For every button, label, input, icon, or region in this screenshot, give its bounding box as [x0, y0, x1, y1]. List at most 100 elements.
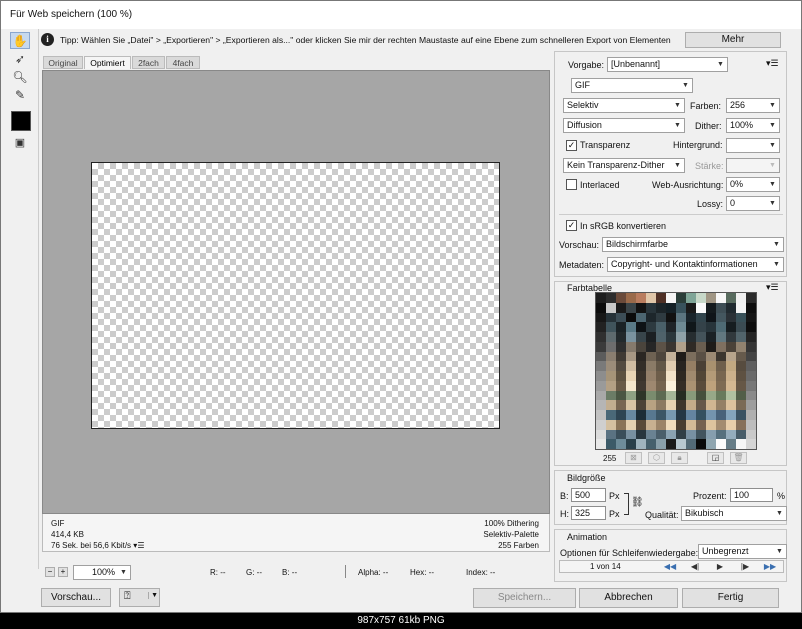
color-swatch[interactable]: [736, 322, 746, 332]
color-swatch[interactable]: [716, 400, 726, 410]
color-swatch[interactable]: [676, 312, 686, 323]
save-button[interactable]: Speichern...: [473, 588, 576, 608]
color-swatch[interactable]: [716, 371, 726, 381]
color-swatch[interactable]: [656, 380, 666, 391]
color-swatch[interactable]: [696, 380, 706, 391]
color-swatch[interactable]: [696, 341, 706, 352]
color-swatch[interactable]: [726, 302, 736, 313]
color-swatch[interactable]: [646, 361, 656, 371]
color-swatch[interactable]: [666, 419, 676, 430]
color-swatch[interactable]: [736, 410, 746, 420]
color-swatch[interactable]: [716, 439, 726, 449]
color-swatch[interactable]: [736, 361, 746, 371]
color-swatch[interactable]: [706, 332, 716, 342]
color-swatch[interactable]: [646, 332, 656, 342]
color-swatch[interactable]: [606, 371, 616, 381]
color-swatch[interactable]: [736, 332, 746, 342]
color-swatch[interactable]: [706, 361, 716, 371]
color-swatch[interactable]: [706, 302, 716, 313]
color-swatch[interactable]: [686, 332, 696, 342]
color-swatch[interactable]: [696, 410, 706, 420]
color-swatch[interactable]: [726, 429, 736, 440]
color-swatch[interactable]: [686, 361, 696, 371]
color-swatch[interactable]: [666, 302, 676, 313]
color-swatch[interactable]: [646, 419, 656, 430]
color-swatch[interactable]: [676, 361, 686, 371]
color-swatch[interactable]: [646, 312, 656, 323]
zoom-in-button[interactable]: +: [58, 567, 68, 577]
quality-select[interactable]: Bikubisch ▼: [681, 506, 787, 521]
color-swatch[interactable]: [656, 439, 666, 449]
color-table-menu-icon[interactable]: ▾☰: [766, 282, 779, 293]
color-swatch[interactable]: [706, 371, 716, 381]
lossy-select[interactable]: 0 ▼: [726, 196, 780, 211]
color-swatch[interactable]: [606, 322, 616, 332]
color-swatch[interactable]: [736, 351, 746, 362]
color-swatch[interactable]: [726, 312, 736, 323]
color-swatch[interactable]: [656, 410, 666, 420]
color-swatch[interactable]: [626, 419, 636, 430]
percent-input[interactable]: 100: [730, 488, 773, 502]
color-swatch[interactable]: [676, 439, 686, 449]
srgb-checkbox[interactable]: ✓: [566, 220, 577, 231]
color-swatch[interactable]: [686, 410, 696, 420]
color-swatch[interactable]: [666, 361, 676, 371]
zoom-out-button[interactable]: −: [45, 567, 55, 577]
color-swatch[interactable]: [746, 312, 756, 323]
color-swatch[interactable]: [736, 419, 746, 430]
color-swatch[interactable]: [716, 361, 726, 371]
color-swatch[interactable]: [696, 302, 706, 313]
color-swatch[interactable]: [616, 341, 626, 352]
amount-select[interactable]: ▼: [726, 158, 780, 173]
color-swatch[interactable]: [646, 293, 656, 303]
color-swatch[interactable]: [616, 419, 626, 430]
color-swatch[interactable]: [726, 371, 736, 381]
color-swatch[interactable]: [706, 410, 716, 420]
color-swatch[interactable]: [666, 380, 676, 391]
color-swatch[interactable]: [626, 400, 636, 410]
color-swatch[interactable]: [736, 371, 746, 381]
color-swatch[interactable]: [686, 351, 696, 362]
color-swatch[interactable]: [706, 439, 716, 449]
cancel-button[interactable]: Abbrechen: [579, 588, 678, 608]
color-swatch[interactable]: [686, 439, 696, 449]
color-swatch[interactable]: [726, 410, 736, 420]
color-swatch[interactable]: [746, 371, 756, 381]
color-swatch[interactable]: [646, 341, 656, 352]
color-swatch[interactable]: [716, 390, 726, 401]
color-swatch[interactable]: [696, 351, 706, 362]
format-select[interactable]: GIF ▼: [571, 78, 693, 93]
color-swatch[interactable]: [716, 312, 726, 323]
color-swatch[interactable]: [716, 293, 726, 303]
color-swatch[interactable]: [626, 390, 636, 401]
color-swatch[interactable]: [716, 419, 726, 430]
color-swatch[interactable]: [746, 419, 756, 430]
color-swatch[interactable]: [746, 302, 756, 313]
color-swatch[interactable]: [636, 302, 646, 313]
color-swatch[interactable]: [716, 410, 726, 420]
color-swatch[interactable]: [606, 312, 616, 323]
color-swatch[interactable]: [676, 419, 686, 430]
color-swatch[interactable]: [676, 351, 686, 362]
color-swatch[interactable]: [656, 312, 666, 323]
web-shift-icon[interactable]: ⬡: [648, 452, 665, 464]
color-swatch[interactable]: [746, 380, 756, 391]
color-swatch[interactable]: [676, 322, 686, 332]
color-swatch[interactable]: [626, 341, 636, 352]
color-swatch[interactable]: [656, 351, 666, 362]
color-swatch[interactable]: [636, 429, 646, 440]
color-swatch[interactable]: [646, 390, 656, 401]
color-swatch[interactable]: [676, 302, 686, 313]
color-swatch[interactable]: [696, 439, 706, 449]
color-swatch[interactable]: [666, 351, 676, 362]
color-swatch[interactable]: [596, 419, 606, 430]
dither-algorithm-select[interactable]: Diffusion ▼: [563, 118, 685, 133]
color-swatch[interactable]: [626, 380, 636, 391]
color-swatch[interactable]: [696, 361, 706, 371]
color-swatch[interactable]: [636, 361, 646, 371]
color-swatch[interactable]: [666, 312, 676, 323]
color-swatch[interactable]: [726, 439, 736, 449]
color-swatch[interactable]: [666, 293, 676, 303]
color-swatch[interactable]: [656, 371, 666, 381]
color-swatch[interactable]: [706, 341, 716, 352]
